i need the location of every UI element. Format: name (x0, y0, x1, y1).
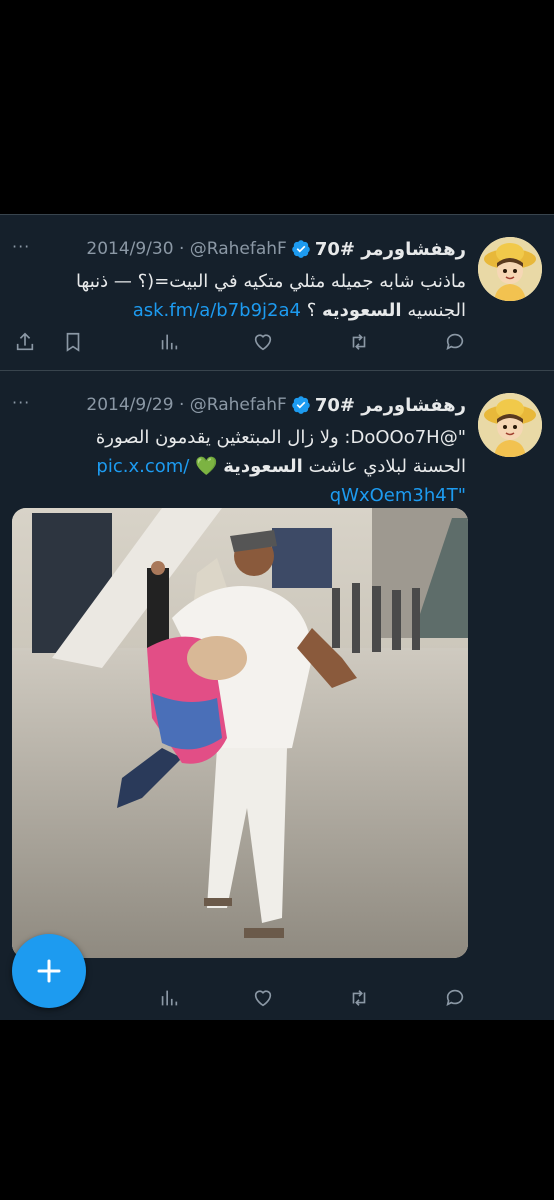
separator-dot: · (173, 239, 190, 259)
tweet-photo[interactable] (12, 508, 468, 958)
green-heart-emoji: 💚 (195, 456, 218, 477)
tweet-text: ماذنب شابه جميله مثلي متكيه في البيت=(؟ … (12, 267, 466, 325)
avatar-image (478, 237, 542, 301)
hashtag-text: السعوديه (321, 300, 402, 321)
tweet-actions (0, 329, 554, 359)
tweet-text-line: "@DoOOo7H: ولا زال المبتعثين يقدمون الصو… (95, 427, 466, 448)
tweet-link[interactable]: pic.x.com/ (96, 456, 189, 477)
tweet-text-line: الحسنة لبلادي عاشت السعودية 💚 pic.x.com/ (12, 452, 466, 481)
avatar[interactable] (478, 237, 542, 301)
tweet-header: رهفشاورمر #70 @RahefahF · 2014/9/30 ··· (12, 237, 466, 261)
text-segment: ؟ (300, 300, 322, 321)
display-name[interactable]: رهفشاورمر #70 (315, 395, 466, 416)
reply-icon[interactable] (442, 329, 468, 355)
tweet-text-line: ماذنب شابه جميله مثلي متكيه في البيت=(؟ … (75, 271, 466, 292)
views-icon[interactable] (156, 985, 182, 1011)
tweet-link[interactable]: ask.fm/a/b7b9j2a4 (133, 300, 301, 321)
tweet[interactable]: رهفشاورمر #70 @RahefahF · 2014/9/29 ··· … (0, 371, 554, 1021)
retweet-icon[interactable] (346, 329, 372, 355)
separator-dot: · (173, 395, 190, 415)
tweet-link[interactable]: qWxOem3h4T" (330, 485, 466, 506)
more-options-icon[interactable]: ··· (12, 237, 30, 256)
retweet-icon[interactable] (346, 985, 372, 1011)
tweet-text-line: qWxOem3h4T" (12, 481, 466, 510)
text-segment: الجنسيه (401, 300, 466, 321)
share-icon[interactable] (12, 329, 38, 355)
more-options-icon[interactable]: ··· (12, 393, 30, 412)
compose-button[interactable] (12, 934, 86, 1008)
reply-icon[interactable] (442, 985, 468, 1011)
tweet[interactable]: رهفشاورمر #70 @RahefahF · 2014/9/30 ··· … (0, 215, 554, 371)
heart-icon[interactable] (250, 985, 276, 1011)
timestamp[interactable]: 2014/9/29 (86, 395, 173, 415)
avatar-image (478, 393, 542, 457)
plus-icon (37, 959, 61, 983)
views-icon[interactable] (156, 329, 182, 355)
photo-image (12, 508, 468, 958)
timeline: رهفشاورمر #70 @RahefahF · 2014/9/30 ··· … (0, 214, 554, 1021)
bookmark-icon[interactable] (60, 329, 86, 355)
avatar[interactable] (478, 393, 542, 457)
verified-badge-icon (291, 395, 311, 415)
tweet-header: رهفشاورمر #70 @RahefahF · 2014/9/29 ··· (12, 393, 466, 417)
hashtag-text: السعودية (223, 456, 303, 477)
verified-badge-icon (291, 239, 311, 259)
tweet-text: "@DoOOo7H: ولا زال المبتعثين يقدمون الصو… (12, 423, 466, 510)
timestamp[interactable]: 2014/9/30 (86, 239, 173, 259)
text-segment: الحسنة لبلادي عاشت (302, 456, 466, 477)
tweet-actions (0, 985, 554, 1015)
handle[interactable]: @RahefahF (190, 239, 287, 259)
bottom-area (0, 1020, 554, 1200)
handle[interactable]: @RahefahF (190, 395, 287, 415)
display-name[interactable]: رهفشاورمر #70 (315, 239, 466, 260)
tweet-text-line: الجنسيه السعوديه ؟ ask.fm/a/b7b9j2a4 (12, 296, 466, 325)
status-area (0, 0, 554, 214)
heart-icon[interactable] (250, 329, 276, 355)
